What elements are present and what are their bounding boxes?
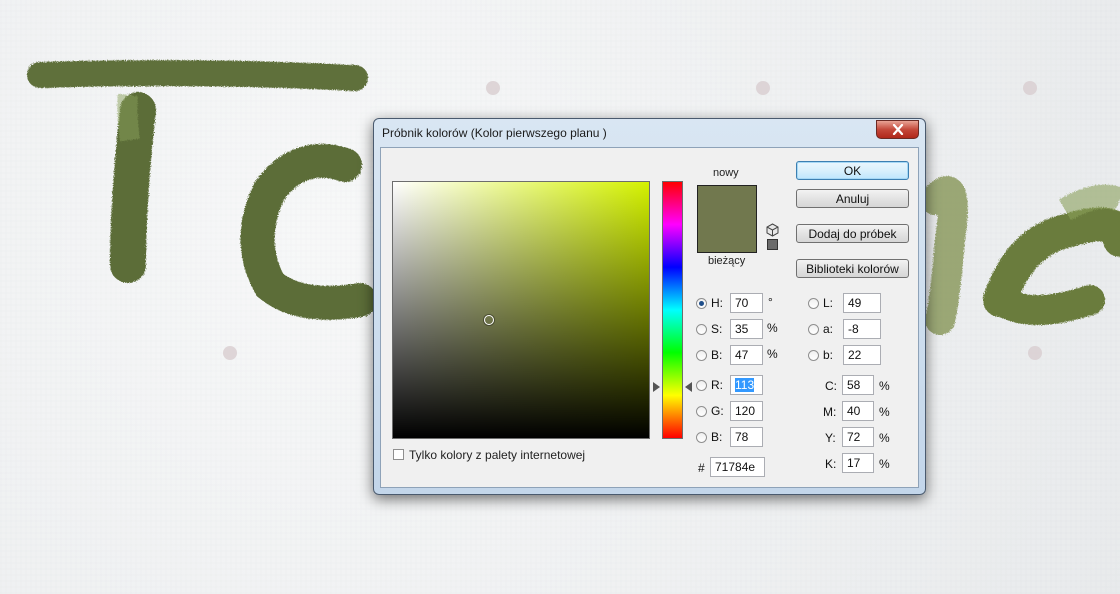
hue-slider-right-arrow[interactable] bbox=[685, 382, 692, 392]
title-bar[interactable]: Próbnik kolorów (Kolor pierwszego planu … bbox=[374, 119, 925, 147]
lab-a-radio[interactable] bbox=[808, 323, 819, 335]
new-color-label: nowy bbox=[713, 167, 739, 179]
close-icon bbox=[892, 124, 903, 135]
web-colors-only-label: Tylko kolory z palety internetowej bbox=[409, 448, 586, 462]
saturation-row[interactable]: S: bbox=[696, 319, 722, 339]
dialog-body: nowy bieżący OK Anuluj Dodaj do próbek B… bbox=[380, 147, 919, 488]
hue-unit: ° bbox=[768, 295, 773, 309]
hue-field[interactable]: 70 bbox=[730, 293, 763, 313]
yellow-field[interactable]: 72 bbox=[842, 427, 874, 447]
color-picker-dialog: Próbnik kolorów (Kolor pierwszego planu … bbox=[373, 118, 926, 495]
blue-label: B: bbox=[711, 430, 723, 444]
add-to-swatches-button[interactable]: Dodaj do próbek bbox=[796, 224, 909, 243]
lab-l-field[interactable]: 49 bbox=[843, 293, 881, 313]
hue-slider[interactable] bbox=[662, 181, 683, 439]
brightness-radio[interactable] bbox=[696, 349, 707, 361]
lab-b-label: b: bbox=[823, 348, 834, 362]
color-preview-swatch bbox=[697, 185, 757, 253]
magenta-field[interactable]: 40 bbox=[842, 401, 874, 421]
cyan-field[interactable]: 58 bbox=[842, 375, 874, 395]
black-unit: % bbox=[879, 457, 890, 471]
lab-b-radio[interactable] bbox=[808, 349, 819, 361]
green-row[interactable]: G: bbox=[696, 401, 724, 421]
lab-l-row[interactable]: L: bbox=[808, 293, 833, 313]
lab-l-radio[interactable] bbox=[808, 297, 819, 309]
close-button[interactable] bbox=[876, 120, 919, 139]
lab-a-row[interactable]: a: bbox=[808, 319, 833, 339]
brightness-field[interactable]: 47 bbox=[730, 345, 763, 365]
hue-row[interactable]: H: bbox=[696, 293, 723, 313]
web-safe-swatch[interactable] bbox=[767, 239, 778, 250]
hex-field[interactable]: 71784e bbox=[710, 457, 765, 477]
green-radio[interactable] bbox=[696, 405, 707, 417]
yellow-unit: % bbox=[879, 431, 890, 445]
brightness-row[interactable]: B: bbox=[696, 345, 722, 365]
magenta-label: M: bbox=[823, 405, 837, 419]
hue-slider-left-arrow[interactable] bbox=[653, 382, 660, 392]
green-label: G: bbox=[711, 404, 724, 418]
cyan-label: C: bbox=[825, 379, 837, 393]
color-field-cursor[interactable] bbox=[484, 315, 494, 325]
red-radio[interactable] bbox=[696, 379, 707, 391]
lab-b-row[interactable]: b: bbox=[808, 345, 833, 365]
hue-label: H: bbox=[711, 296, 723, 310]
dialog-title: Próbnik kolorów (Kolor pierwszego planu … bbox=[382, 126, 607, 140]
red-label: R: bbox=[711, 378, 723, 392]
web-colors-only-checkbox[interactable] bbox=[393, 449, 404, 460]
brightness-label: B: bbox=[711, 348, 723, 362]
saturation-field[interactable]: 35 bbox=[730, 319, 763, 339]
saturation-label: S: bbox=[711, 322, 723, 336]
lab-b-field[interactable]: 22 bbox=[843, 345, 881, 365]
red-field[interactable]: 113 bbox=[730, 375, 763, 395]
blue-field[interactable]: 78 bbox=[730, 427, 763, 447]
brightness-unit: % bbox=[767, 347, 778, 361]
red-row[interactable]: R: bbox=[696, 375, 723, 395]
blue-row[interactable]: B: bbox=[696, 427, 722, 447]
lab-l-label: L: bbox=[823, 296, 834, 310]
lab-a-field[interactable]: -8 bbox=[843, 319, 881, 339]
yellow-label: Y: bbox=[825, 431, 836, 445]
color-libraries-button[interactable]: Biblioteki kolorów bbox=[796, 259, 909, 278]
current-color-label: bieżący bbox=[708, 255, 746, 267]
hue-radio[interactable] bbox=[696, 297, 707, 309]
magenta-unit: % bbox=[879, 405, 890, 419]
blue-radio[interactable] bbox=[696, 431, 707, 443]
saturation-radio[interactable] bbox=[696, 323, 707, 335]
black-field[interactable]: 17 bbox=[842, 453, 874, 473]
color-field[interactable] bbox=[392, 181, 650, 439]
cyan-unit: % bbox=[879, 379, 890, 393]
lab-a-label: a: bbox=[823, 322, 834, 336]
cancel-button[interactable]: Anuluj bbox=[796, 189, 909, 208]
saturation-unit: % bbox=[767, 321, 778, 335]
black-label: K: bbox=[825, 457, 837, 471]
hex-symbol: # bbox=[698, 461, 705, 475]
out-of-gamut-cube-icon[interactable] bbox=[766, 223, 779, 237]
green-field[interactable]: 120 bbox=[730, 401, 763, 421]
ok-button[interactable]: OK bbox=[796, 161, 909, 180]
red-value-selected: 113 bbox=[735, 378, 755, 392]
